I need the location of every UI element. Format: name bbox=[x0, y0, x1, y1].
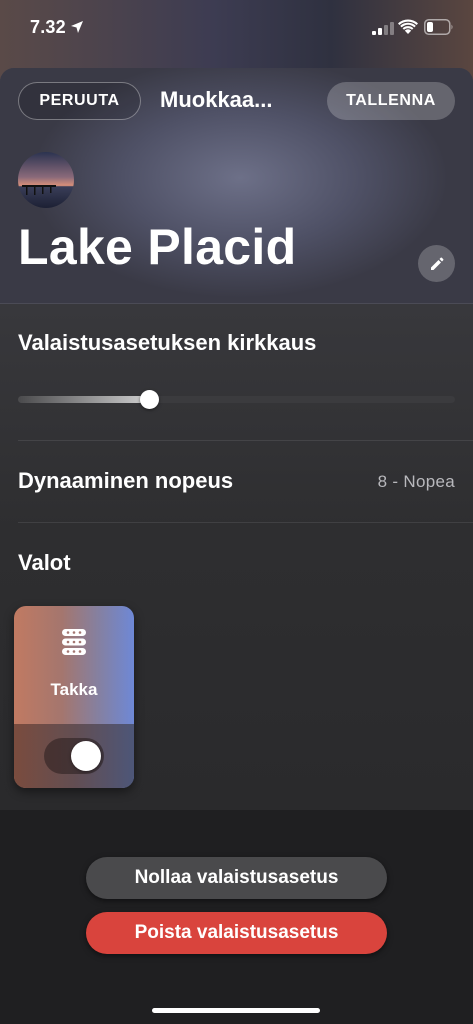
cancel-button[interactable]: PERUUTA bbox=[18, 82, 141, 120]
cellular-signal-icon bbox=[372, 22, 394, 35]
toggle-knob bbox=[71, 741, 101, 771]
location-arrow-icon bbox=[71, 21, 83, 33]
home-indicator[interactable] bbox=[152, 1008, 320, 1013]
lake-pier-image bbox=[18, 152, 74, 208]
light-card-takka[interactable]: Takka bbox=[14, 606, 134, 788]
light-power-toggle[interactable] bbox=[44, 738, 104, 774]
section-divider bbox=[18, 440, 473, 441]
status-bar: 7.32 bbox=[0, 0, 473, 56]
status-time: 7.32 bbox=[30, 17, 66, 37]
brightness-slider-thumb[interactable] bbox=[140, 390, 160, 409]
lightstrip-icon bbox=[62, 629, 86, 655]
reset-scene-button[interactable]: Nollaa valaistusasetus bbox=[86, 857, 387, 899]
battery-icon bbox=[424, 19, 453, 35]
light-name: Takka bbox=[50, 680, 98, 699]
dynamic-speed-value[interactable]: 8 - Nopea bbox=[378, 472, 455, 492]
edit-scene-sheet: PERUUTA Muokkaa... TALLENNA Lake Placid bbox=[0, 68, 473, 1024]
scene-image[interactable] bbox=[18, 152, 74, 208]
header-divider bbox=[0, 303, 473, 304]
edit-name-button[interactable] bbox=[418, 245, 455, 282]
brightness-label: Valaistusasetuksen kirkkaus bbox=[18, 330, 317, 355]
scene-name: Lake Placid bbox=[18, 219, 297, 275]
save-button[interactable]: TALLENNA bbox=[327, 82, 455, 120]
lights-section-title: Valot bbox=[18, 550, 71, 575]
brightness-slider-fill bbox=[18, 396, 150, 403]
navigation-bar: PERUUTA Muokkaa... TALLENNA bbox=[0, 78, 473, 124]
wifi-icon bbox=[398, 19, 418, 34]
brightness-slider[interactable] bbox=[18, 390, 455, 409]
pencil-icon bbox=[430, 257, 443, 270]
dynamic-speed-label: Dynaaminen nopeus bbox=[18, 468, 234, 493]
page-title: Muokkaa... bbox=[160, 87, 273, 112]
actions-footer: Nollaa valaistusasetus Poista valaistusa… bbox=[0, 810, 473, 1024]
section-divider bbox=[18, 522, 473, 523]
delete-scene-button[interactable]: Poista valaistusasetus bbox=[86, 912, 387, 954]
